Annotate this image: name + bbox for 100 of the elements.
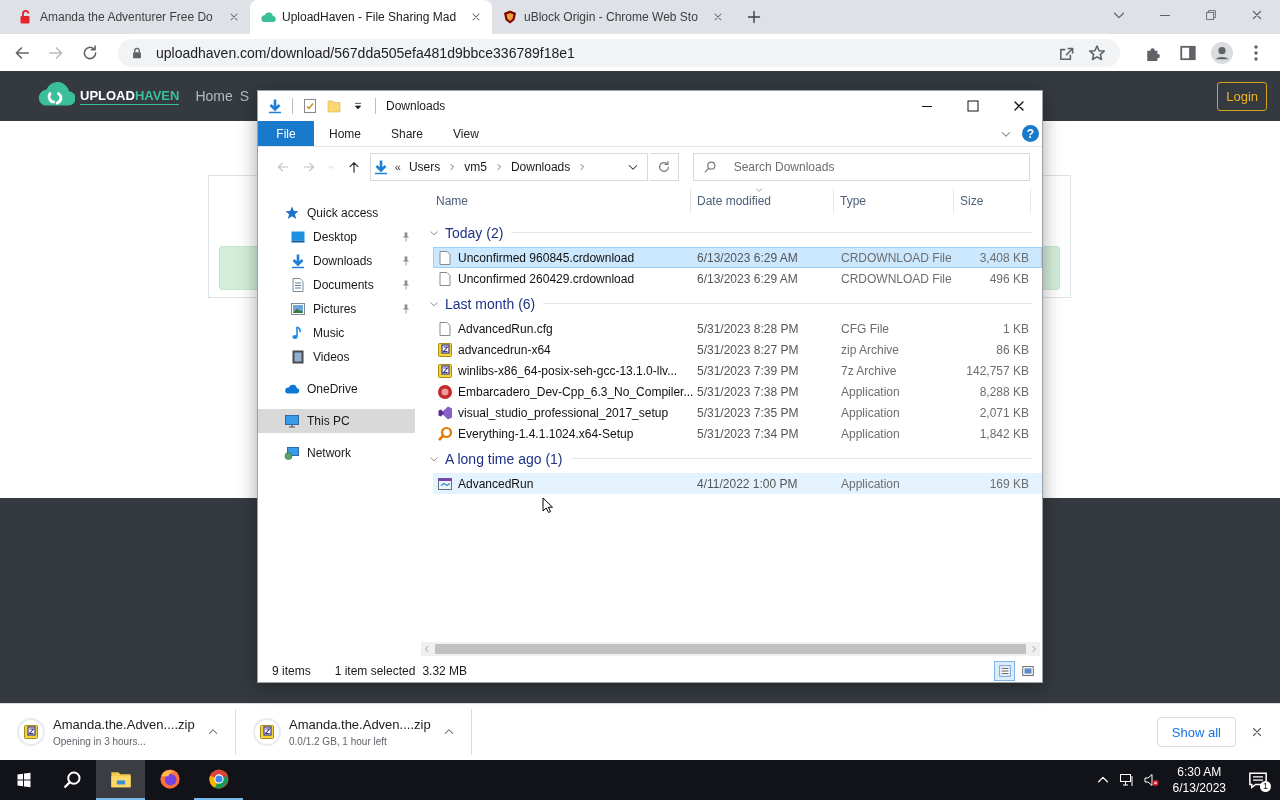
sidebar-item[interactable]: Videos [258, 345, 415, 369]
ribbon-tab[interactable]: View [438, 121, 494, 146]
file-type: Application [840, 383, 901, 401]
monitor-icon [1118, 772, 1135, 788]
column-header[interactable]: Date modified [691, 189, 834, 213]
sidebar-item[interactable]: Music [258, 321, 415, 345]
sidebar-item[interactable]: Network [258, 441, 415, 465]
item-count: 9 items [272, 663, 311, 678]
breadcrumb[interactable]: vm5 [464, 160, 487, 174]
shield-icon [502, 9, 518, 25]
browser-tab[interactable]: uBlock Origin - Chrome Web Sto [492, 0, 734, 34]
refresh-icon [656, 160, 671, 174]
chevron-icon [448, 163, 457, 171]
notifications-button[interactable]: 1 [1236, 760, 1280, 800]
download-name: Amanda.the.Adven....zip [53, 717, 195, 732]
sidebar-item[interactable]: This PC [258, 409, 415, 433]
file-row[interactable]: Embarcadero_Dev-Cpp_6.3_No_Compiler... 5/31/2023 7:38 PM Application 8,288 KB [433, 381, 1042, 402]
file-row[interactable]: AdvancedRun.cfg 5/31/2023 8:28 PM CFG File 1 KB [433, 318, 1042, 339]
group-header[interactable]: Last month (6) [429, 295, 536, 312]
date-text: 6/13/2023 [1172, 781, 1226, 795]
maximize-icon [965, 98, 981, 114]
sidebar-item[interactable]: Downloads [258, 249, 415, 273]
file-name: Unconfirmed 960845.crdownload [458, 250, 635, 265]
folder-app-button[interactable] [96, 760, 145, 800]
file-size: 1,842 KB [978, 425, 1030, 443]
forward-icon [301, 160, 316, 174]
file-row[interactable]: visual_studio_professional_2017_setup 5/31/2023 7:35 PM Application 2,071 KB [433, 402, 1042, 423]
file-row[interactable]: Unconfirmed 260429.crdownload 6/13/2023 6:29 AM CRDOWNLOAD File 496 KB [433, 268, 1042, 289]
login-button[interactable]: Login [1217, 81, 1267, 111]
sidebar-item[interactable]: Quick access [258, 201, 415, 225]
close-icon [228, 11, 240, 23]
refresh-button[interactable] [650, 153, 679, 181]
sidebar-item[interactable]: Documents [258, 273, 415, 297]
ribbon-tab[interactable]: File [258, 121, 314, 146]
show-all-button[interactable]: Show all [1156, 717, 1236, 747]
close-icon [470, 11, 482, 23]
browser-tab[interactable]: UploadHaven - File Sharing Mad [250, 0, 492, 34]
muted-speaker-icon [1142, 772, 1159, 788]
search-icon [702, 160, 717, 174]
nav-link[interactable]: Home [195, 88, 233, 104]
details-view-button[interactable] [994, 660, 1015, 681]
file-row[interactable]: AdvancedRun 4/11/2022 1:00 PM Application 169 KB [433, 473, 1042, 494]
minimize-icon [1160, 14, 1170, 16]
sidebar-item[interactable]: OneDrive [258, 377, 415, 401]
group-header[interactable]: Today (2) [429, 224, 504, 241]
file-row[interactable]: Unconfirmed 960845.crdownload 6/13/2023 6:29 AM CRDOWNLOAD File 3,408 KB [433, 247, 1042, 268]
browser-icon [158, 768, 181, 790]
sidebar-item[interactable]: Pictures [258, 297, 415, 321]
start-icon [16, 772, 32, 788]
menu-icon [1254, 44, 1258, 61]
window-title: Downloads [386, 99, 446, 113]
desktop-icon [290, 229, 306, 245]
date-modified: 6/13/2023 6:29 AM [696, 270, 799, 288]
download-status: Opening in 3 hours... [53, 736, 147, 747]
address-bar[interactable]: uploadhaven.com/download/567dda505efa481d9bbce336789f18e1 [118, 38, 1120, 67]
document-icon [290, 277, 306, 293]
file-name: Embarcadero_Dev-Cpp_6.3_No_Compiler... [458, 384, 694, 399]
column-header[interactable]: Name [433, 189, 691, 213]
document-icon [437, 320, 453, 337]
file-row[interactable]: winlibs-x86_64-posix-seh-gcc-13.1.0-llv... 5/31/2023 7:39 PM 7z Archive 142,757 KB [433, 360, 1042, 381]
address-field[interactable]: « Users vm5 Downloads [369, 153, 649, 181]
file-name: advancedrun-x64 [458, 342, 551, 357]
sidebar-item[interactable]: Desktop [258, 225, 415, 249]
bookmark-star-icon [1088, 43, 1106, 62]
ribbon-tab[interactable]: Home [314, 121, 376, 146]
details-view-icon [997, 663, 1012, 678]
download-icon [267, 98, 283, 114]
column-header[interactable]: Size [954, 189, 1031, 213]
picture-icon [290, 301, 306, 317]
file-size: 496 KB [988, 270, 1030, 288]
help-button[interactable]: ? [1022, 125, 1039, 142]
up-arrow-icon [346, 160, 361, 174]
file-name: Everything-1.4.1.1024.x64-Setup [458, 426, 634, 441]
clock[interactable]: 6:30 AM 6/13/2023 [1162, 760, 1236, 800]
date-modified: 5/31/2023 7:34 PM [696, 425, 800, 443]
back-icon [275, 160, 290, 174]
column-header[interactable]: Type [834, 189, 954, 213]
tab-title: UploadHaven - File Sharing Mad [282, 10, 458, 24]
file-type: CRDOWNLOAD File [840, 270, 953, 288]
ribbon-tab[interactable]: Share [376, 121, 439, 146]
file-row[interactable]: advancedrun-x64 5/31/2023 8:27 PM zip Archive 86 KB [433, 339, 1042, 360]
file-row[interactable]: Everything-1.4.1.1024.x64-Setup 5/31/2023 7:34 PM Application 1,842 KB [433, 423, 1042, 444]
url-text: uploadhaven.com/download/567dda505efa481d9bbce336789f18e1 [156, 44, 575, 61]
file-size: 86 KB [995, 341, 1030, 359]
search-field[interactable]: Search Downloads [692, 153, 1030, 181]
plus-icon [746, 9, 762, 25]
file-name: AdvancedRun [458, 476, 534, 491]
breadcrumb[interactable]: Downloads [510, 160, 571, 174]
download-status: 0.0/1.2 GB, 1 hour left [289, 736, 388, 747]
scroll-thumb[interactable] [435, 644, 1026, 654]
nav-link[interactable]: S [239, 88, 250, 104]
search-icon [62, 770, 82, 790]
notification-count: 1 [1260, 781, 1271, 792]
group-header[interactable]: A long time ago (1) [429, 450, 563, 467]
horizontal-scrollbar[interactable] [421, 642, 1040, 656]
star-icon [284, 205, 300, 221]
breadcrumb[interactable]: Users [408, 160, 441, 174]
browser-tab[interactable]: Amanda the Adventurer Free Do [8, 0, 250, 34]
archive-icon [259, 724, 275, 740]
large-icons-view-icon [1020, 663, 1035, 678]
